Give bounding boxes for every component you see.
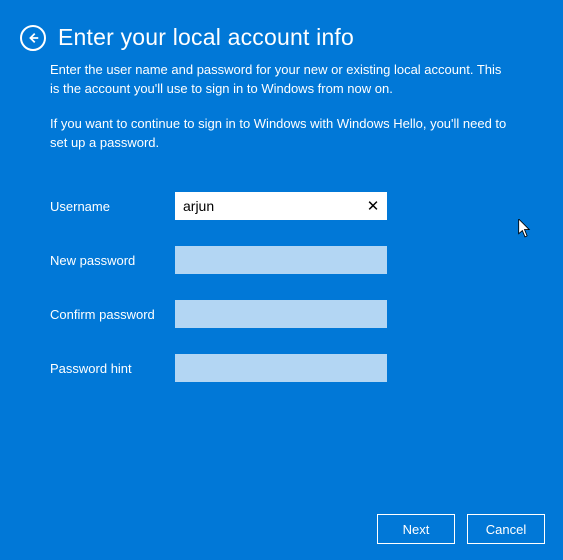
password-hint-input[interactable] [175, 354, 387, 382]
intro-text-1: Enter the user name and password for you… [50, 61, 513, 99]
username-label: Username [50, 199, 175, 214]
clear-username-button[interactable]: ✕ [363, 196, 383, 216]
confirm-password-row: Confirm password [50, 300, 513, 328]
footer-buttons: Next Cancel [377, 514, 545, 544]
password-hint-label: Password hint [50, 361, 175, 376]
password-hint-input-wrap [175, 354, 387, 382]
close-icon: ✕ [367, 197, 380, 215]
confirm-password-input[interactable] [175, 300, 387, 328]
header: Enter your local account info [20, 24, 513, 51]
confirm-password-label: Confirm password [50, 307, 175, 322]
username-input[interactable] [175, 192, 387, 220]
new-password-row: New password [50, 246, 513, 274]
new-password-label: New password [50, 253, 175, 268]
intro-text-2: If you want to continue to sign in to Wi… [50, 115, 513, 153]
confirm-password-input-wrap [175, 300, 387, 328]
back-button[interactable] [20, 25, 46, 51]
new-password-input[interactable] [175, 246, 387, 274]
back-arrow-icon [26, 31, 40, 45]
username-input-wrap: ✕ [175, 192, 387, 220]
cancel-button[interactable]: Cancel [467, 514, 545, 544]
username-row: Username ✕ [50, 192, 513, 220]
password-hint-row: Password hint [50, 354, 513, 382]
next-button[interactable]: Next [377, 514, 455, 544]
page-title: Enter your local account info [58, 24, 354, 51]
content-pane: Enter your local account info Enter the … [0, 0, 563, 382]
new-password-input-wrap [175, 246, 387, 274]
